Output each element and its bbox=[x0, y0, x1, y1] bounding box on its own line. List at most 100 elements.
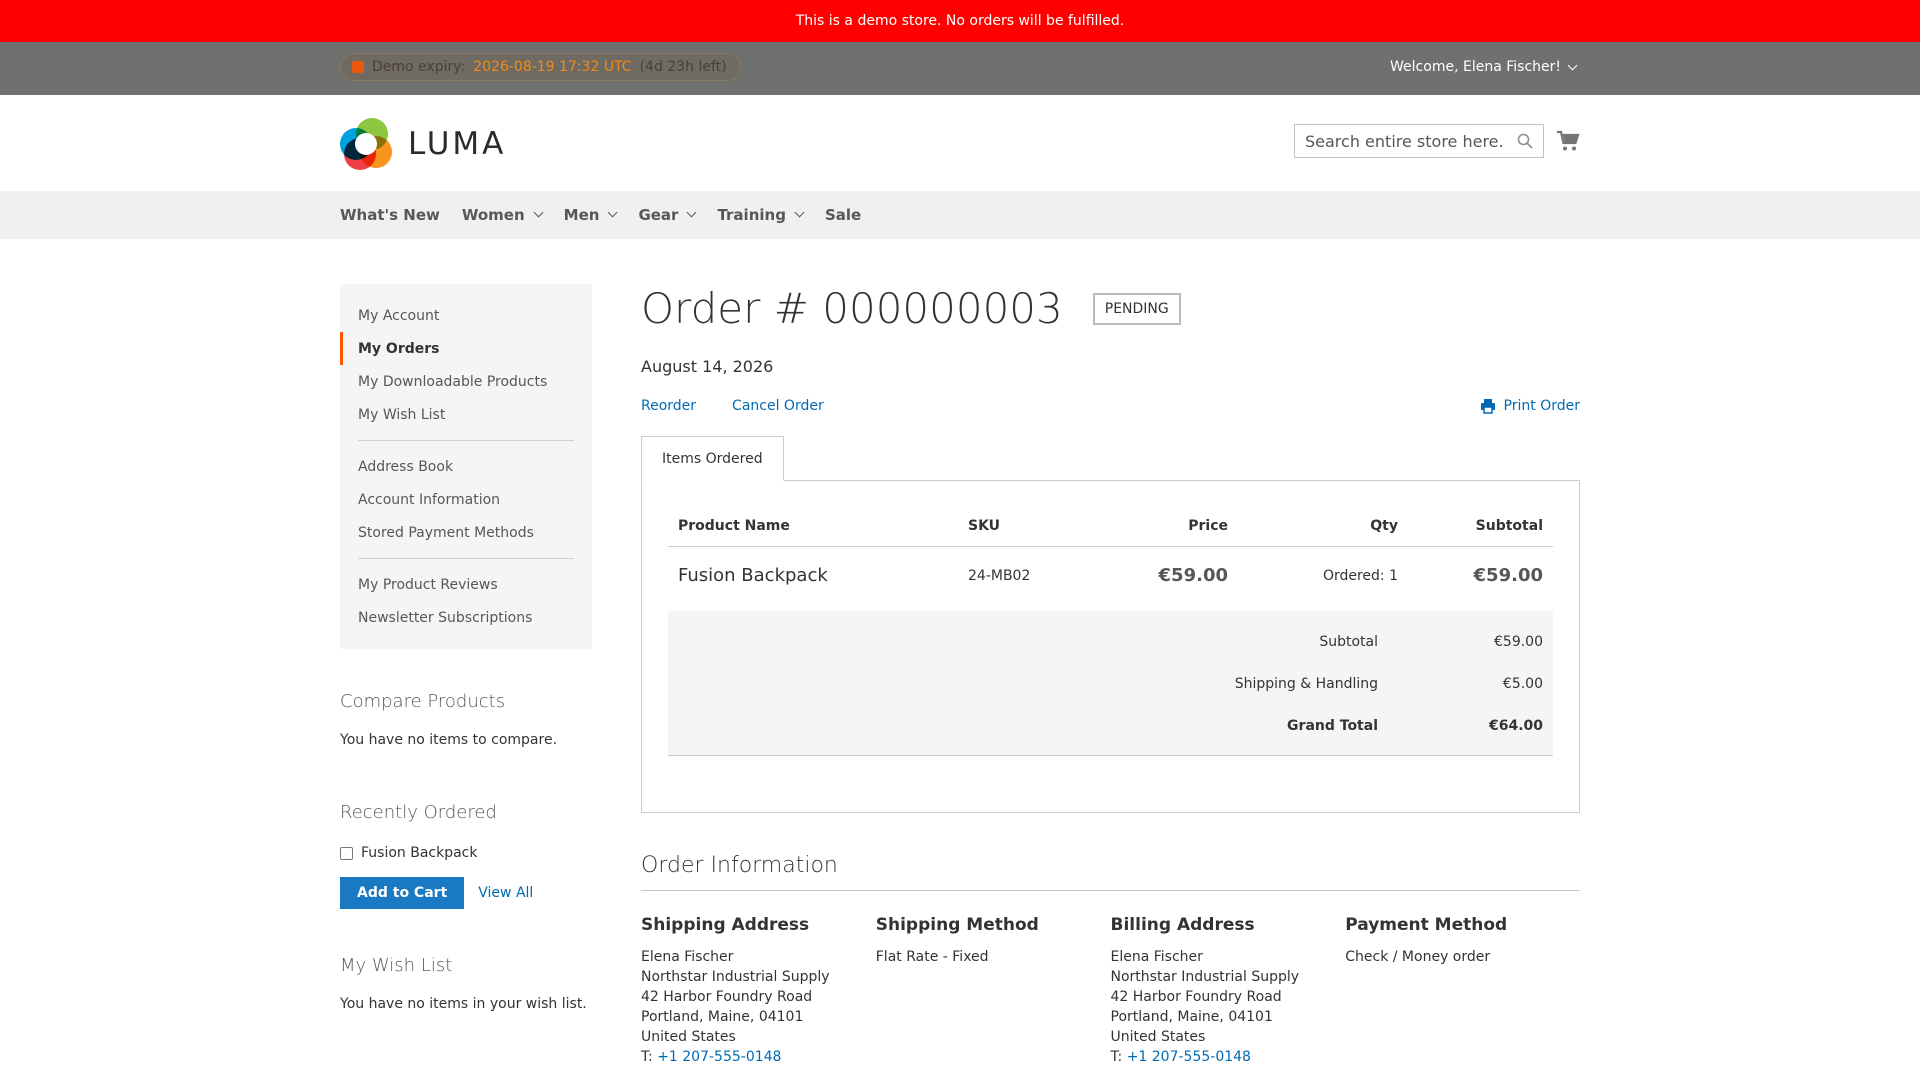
address-line: Portland, Maine, 04101 bbox=[1110, 1009, 1273, 1025]
demo-notice-text: This is a demo store. No orders will be … bbox=[795, 13, 1125, 29]
col-product-name: Product Name bbox=[668, 506, 958, 547]
order-information: Shipping Address Elena Fischer Northstar… bbox=[641, 915, 1580, 1067]
product-name: Fusion Backpack bbox=[678, 565, 828, 586]
nav-gear[interactable]: Gear bbox=[638, 206, 697, 224]
address-line: Northstar Industrial Supply bbox=[641, 969, 830, 985]
payment-method-box: Payment Method Check / Money order bbox=[1345, 915, 1580, 1067]
phone-link[interactable]: +1 207-555-0148 bbox=[657, 1049, 781, 1065]
printer-icon bbox=[1480, 399, 1495, 414]
billing-address-box: Billing Address Elena Fischer Northstar … bbox=[1111, 915, 1346, 1067]
shipping-address-title: Shipping Address bbox=[641, 915, 810, 935]
totals-row-grand-total: Grand Total €64.00 bbox=[1287, 718, 1543, 734]
col-sku: SKU bbox=[958, 506, 1098, 547]
print-order-link[interactable]: Print Order bbox=[1480, 398, 1580, 414]
header-content: LUMA bbox=[0, 95, 1920, 191]
search-input[interactable] bbox=[1305, 131, 1505, 151]
col-qty: Qty bbox=[1238, 506, 1408, 547]
nav-men[interactable]: Men bbox=[564, 206, 618, 224]
billing-address-title: Billing Address bbox=[1110, 915, 1255, 935]
address-line: Elena Fischer bbox=[1110, 949, 1203, 965]
cart-icon[interactable] bbox=[1556, 129, 1580, 153]
sidebar-item-my-account[interactable]: My Account bbox=[340, 299, 592, 332]
chevron-down-icon bbox=[794, 207, 805, 218]
nav-whats-new[interactable]: What's New bbox=[340, 206, 440, 224]
order-information-title: Order Information bbox=[641, 853, 1580, 891]
brand-name: LUMA bbox=[408, 126, 507, 162]
shipping-method-title: Shipping Method bbox=[875, 915, 1039, 935]
sidebar-item-product-reviews[interactable]: My Product Reviews bbox=[340, 568, 592, 601]
sidebar-item-downloadable-products[interactable]: My Downloadable Products bbox=[340, 365, 592, 398]
product-price: €59.00 bbox=[1158, 565, 1228, 586]
order-date: August 14, 2026 bbox=[641, 357, 774, 376]
address-line: Northstar Industrial Supply bbox=[1110, 969, 1300, 985]
totals-row-subtotal: Subtotal €59.00 bbox=[1319, 634, 1543, 650]
main-navigation: What's New Women Men Gear Training Sale bbox=[0, 191, 1920, 239]
tab-items-ordered[interactable]: Items Ordered bbox=[641, 436, 784, 481]
cancel-order-link[interactable]: Cancel Order bbox=[732, 398, 824, 414]
table-header-row: Product Name SKU Price Qty Subtotal bbox=[668, 506, 1553, 547]
order-actions: Reorder Cancel Order Print Order bbox=[641, 398, 1580, 414]
product-sku: 24-MB02 bbox=[968, 567, 1031, 584]
expiry-status-icon bbox=[352, 61, 364, 73]
chevron-down-icon bbox=[1567, 60, 1578, 70]
reorder-link[interactable]: Reorder bbox=[641, 398, 696, 414]
address-line: United States bbox=[1110, 1029, 1206, 1045]
address-line: Elena Fischer bbox=[641, 949, 734, 965]
nav-women[interactable]: Women bbox=[462, 206, 544, 224]
view-all-link[interactable]: View All bbox=[478, 885, 533, 901]
add-to-cart-button[interactable]: Add to Cart bbox=[340, 877, 465, 909]
address-phone: T: +1 207-555-0148 bbox=[1110, 1049, 1251, 1065]
panel-header: Demo expiry: 2026-08-19 17:32 UTC (4d 23… bbox=[0, 42, 1920, 95]
sidebar-item-stored-payment-methods[interactable]: Stored Payment Methods bbox=[340, 516, 592, 549]
address-line: United States bbox=[641, 1029, 736, 1045]
demo-notice-bar: This is a demo store. No orders will be … bbox=[0, 0, 1920, 42]
chevron-down-icon bbox=[687, 207, 697, 218]
nav-sale[interactable]: Sale bbox=[825, 206, 861, 224]
phone-link[interactable]: +1 207-555-0148 bbox=[1127, 1049, 1251, 1065]
items-table: Product Name SKU Price Qty Subtotal Fusi… bbox=[668, 506, 1553, 611]
wishlist-empty-text: You have no items in your wish list. bbox=[340, 996, 587, 1012]
sidebar-item-wish-list[interactable]: My Wish List bbox=[340, 398, 592, 431]
status-badge: PENDING bbox=[1092, 292, 1181, 325]
wishlist-block: My Wish List You have no items in your w… bbox=[340, 955, 592, 1012]
recently-ordered-title: Recently Ordered bbox=[340, 802, 497, 823]
payment-method-title: Payment Method bbox=[1345, 915, 1508, 935]
recently-ordered-item-name: Fusion Backpack bbox=[361, 845, 478, 861]
expiry-time-left: (4d 23h left) bbox=[639, 59, 727, 75]
wishlist-title: My Wish List bbox=[340, 955, 453, 976]
address-line: Portland, Maine, 04101 bbox=[641, 1009, 804, 1025]
product-qty: Ordered: 1 bbox=[1322, 567, 1398, 584]
recently-ordered-checkbox[interactable] bbox=[340, 846, 353, 860]
sidebar-item-newsletter-subscriptions[interactable]: Newsletter Subscriptions bbox=[340, 601, 592, 634]
col-price: Price bbox=[1098, 506, 1238, 547]
expiry-label: Demo expiry: bbox=[372, 59, 466, 75]
order-title-row: Order # 000000003 PENDING bbox=[641, 284, 1580, 333]
col-subtotal: Subtotal bbox=[1408, 506, 1553, 547]
recently-ordered-item: Fusion Backpack bbox=[340, 845, 592, 861]
search-box bbox=[1294, 124, 1544, 158]
sidebar-item-my-orders: My Orders bbox=[340, 332, 592, 365]
shipping-method-box: Shipping Method Flat Rate - Fixed bbox=[876, 915, 1111, 1067]
compare-title: Compare Products bbox=[340, 691, 506, 712]
address-phone: T: +1 207-555-0148 bbox=[641, 1049, 782, 1065]
totals-row-shipping: Shipping & Handling €5.00 bbox=[1234, 676, 1543, 692]
shipping-method-value: Flat Rate - Fixed bbox=[875, 949, 989, 965]
search-icon[interactable] bbox=[1517, 133, 1533, 149]
order-totals: Subtotal €59.00 Shipping & Handling €5.0… bbox=[668, 611, 1553, 756]
address-line: 42 Harbor Foundry Road bbox=[641, 989, 813, 1005]
sidebar-item-address-book[interactable]: Address Book bbox=[340, 450, 592, 483]
account-navigation: My Account My Orders My Downloadable Pro… bbox=[340, 284, 592, 649]
customer-menu-toggle[interactable]: Welcome, Elena Fischer! bbox=[1390, 59, 1578, 75]
page-title: Order # 000000003 bbox=[641, 284, 1063, 333]
sidebar-divider bbox=[358, 440, 574, 441]
compare-empty-text: You have no items to compare. bbox=[340, 732, 558, 748]
luma-logo-icon bbox=[340, 118, 392, 170]
sidebar: My Account My Orders My Downloadable Pro… bbox=[340, 284, 592, 1012]
sidebar-item-account-information[interactable]: Account Information bbox=[340, 483, 592, 516]
store-logo[interactable]: LUMA bbox=[340, 118, 506, 170]
sidebar-divider bbox=[358, 558, 574, 559]
nav-training[interactable]: Training bbox=[717, 206, 805, 224]
chevron-down-icon bbox=[607, 207, 618, 218]
product-subtotal: €59.00 bbox=[1473, 565, 1543, 586]
recently-ordered-block: Recently Ordered Fusion Backpack Add to … bbox=[340, 802, 592, 909]
